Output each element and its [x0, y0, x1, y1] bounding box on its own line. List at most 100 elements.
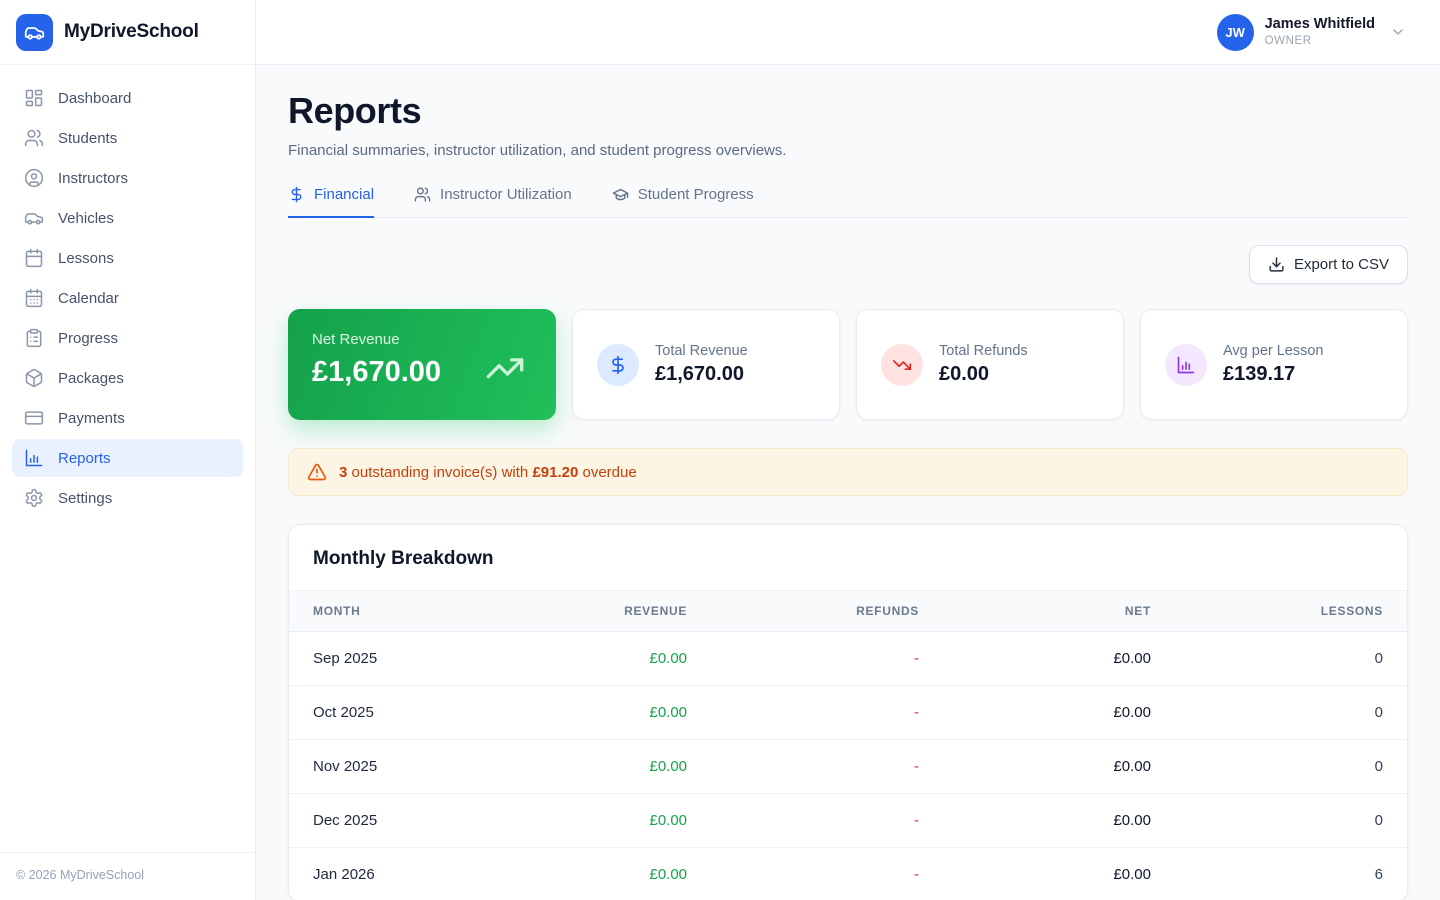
col-revenue: Revenue — [479, 590, 712, 632]
cell-revenue: £0.00 — [479, 793, 712, 848]
graduation-cap-icon — [612, 186, 629, 203]
chevron-down-icon — [1390, 24, 1406, 40]
sidebar-item-payments[interactable]: Payments — [12, 399, 243, 437]
sidebar-footer-copyright: © 2026 MyDriveSchool — [0, 852, 255, 900]
cell-revenue: £0.00 — [479, 631, 712, 686]
sidebar-item-label: Reports — [58, 449, 111, 467]
col-net: Net — [943, 590, 1175, 632]
stat-value: £0.00 — [939, 363, 990, 385]
report-tabs: Financial Instructor Utilization Student… — [288, 186, 1408, 218]
cell-lessons: 0 — [1175, 631, 1407, 686]
cell-month: Jan 2026 — [313, 866, 375, 883]
trending-up-icon — [480, 348, 530, 388]
stat-label: Total Refunds — [939, 343, 1028, 359]
alert-amount: £91.20 — [532, 463, 579, 481]
stat-label: Net Revenue — [312, 331, 400, 348]
export-csv-button[interactable]: Export to CSV — [1248, 245, 1408, 284]
overdue-invoices-alert: 3 outstanding invoice(s) with £91.20 ove… — [288, 448, 1408, 496]
cell-refunds: - — [711, 739, 944, 794]
brand-logo[interactable]: MyDriveSchool — [0, 0, 255, 65]
cell-net: £0.00 — [1113, 866, 1151, 883]
cell-lessons: 6 — [1374, 866, 1383, 883]
users-icon — [414, 186, 431, 203]
sidebar-item-instructors[interactable]: Instructors — [12, 159, 243, 197]
alert-text-1: outstanding invoice(s) with — [347, 463, 533, 481]
cell-refunds: - — [914, 866, 920, 883]
avatar: JW — [1216, 13, 1254, 51]
sidebar-item-progress[interactable]: Progress — [12, 319, 243, 357]
sidebar-item-settings[interactable]: Settings — [12, 479, 243, 517]
sidebar-item-dashboard[interactable]: Dashboard — [12, 79, 243, 117]
cell-month: Dec 2025 — [289, 793, 480, 848]
sidebar-item-students[interactable]: Students — [12, 119, 243, 157]
alert-text-2: overdue — [578, 463, 637, 481]
cell-month: Sep 2025 — [289, 631, 480, 686]
cell-revenue: £0.00 — [479, 739, 712, 794]
cell-refunds: - — [711, 685, 944, 740]
tab-label: Student Progress — [637, 186, 754, 203]
monthly-breakdown-card: Monthly Breakdown Month Revenue Refunds … — [288, 524, 1408, 900]
bar-chart-icon — [1165, 343, 1207, 386]
cell-revenue: £0.00 — [649, 866, 688, 883]
topbar: JW James Whitfield OWNER — [256, 0, 1440, 65]
instructors-icon — [24, 168, 44, 188]
payments-icon — [24, 408, 44, 428]
table-row: Dec 2025 £0.00 - £0.00 0 — [289, 793, 1407, 848]
tab-label: Financial — [314, 186, 375, 203]
stat-label: Total Revenue — [655, 343, 748, 359]
export-csv-label: Export to CSV — [1293, 256, 1389, 273]
stat-text: Total Refunds £0.00 — [939, 343, 1028, 386]
sidebar-item-label: Packages — [58, 369, 124, 387]
stat-card-net-revenue: Net Revenue £1,670.00 — [288, 309, 556, 420]
toolbar: Export to CSV — [288, 245, 1408, 284]
sidebar-item-vehicles[interactable]: Vehicles — [12, 199, 243, 237]
dollar-icon — [597, 343, 639, 386]
tab-financial[interactable]: Financial — [288, 186, 375, 218]
main-area: JW James Whitfield OWNER Reports Financi… — [256, 0, 1440, 900]
packages-icon — [24, 368, 44, 388]
table-header-row: Month Revenue Refunds Net Lessons — [289, 590, 1407, 632]
settings-icon — [24, 488, 44, 508]
sidebar-item-label: Instructors — [58, 169, 129, 187]
lessons-icon — [24, 248, 44, 268]
tab-label: Instructor Utilization — [440, 186, 572, 203]
content: Reports Financial summaries, instructor … — [256, 65, 1440, 900]
tab-student-progress[interactable]: Student Progress — [612, 186, 754, 218]
cell-refunds: - — [711, 793, 944, 848]
table-row: Jan 2026 £0.00 - £0.00 6 — [289, 848, 1407, 900]
sidebar-item-label: Calendar — [58, 289, 119, 307]
stat-cards: Net Revenue £1,670.00 Total Revenue £1,6… — [288, 309, 1408, 420]
user-name: James Whitfield — [1264, 16, 1375, 32]
cell-month: Oct 2025 — [289, 685, 480, 740]
alert-triangle-icon — [307, 462, 327, 482]
table-row: Oct 2025 £0.00 - £0.00 0 — [289, 685, 1407, 740]
sidebar-item-label: Students — [58, 129, 118, 147]
monthly-breakdown-title: Monthly Breakdown — [313, 548, 494, 569]
alert-text: 3 outstanding invoice(s) with £91.20 ove… — [339, 464, 637, 481]
stat-value: £1,670.00 — [655, 363, 744, 385]
dashboard-icon — [24, 88, 44, 108]
sidebar-item-reports[interactable]: Reports — [12, 439, 243, 477]
tab-instructor-utilization[interactable]: Instructor Utilization — [414, 186, 572, 218]
cell-lessons: 0 — [1175, 685, 1407, 740]
sidebar: MyDriveSchool Dashboard Students Instruc… — [0, 0, 256, 900]
sidebar-item-packages[interactable]: Packages — [12, 359, 243, 397]
cell-net: £0.00 — [943, 685, 1175, 740]
cell-net: £0.00 — [943, 739, 1175, 794]
table-row: Sep 2025 £0.00 - £0.00 0 — [289, 631, 1407, 686]
cell-lessons: 0 — [1175, 739, 1407, 794]
sidebar-item-calendar[interactable]: Calendar — [12, 279, 243, 317]
sidebar-item-lessons[interactable]: Lessons — [12, 239, 243, 277]
stat-value: £139.17 — [1223, 363, 1296, 385]
monthly-breakdown-table: Month Revenue Refunds Net Lessons Sep 20… — [289, 590, 1407, 900]
user-menu[interactable]: JW James Whitfield OWNER — [1216, 13, 1406, 51]
stat-card-avg-per-lesson: Avg per Lesson £139.17 — [1140, 309, 1408, 420]
trending-down-icon — [881, 343, 923, 386]
page-title: Reports — [288, 90, 422, 131]
stat-card-total-revenue: Total Revenue £1,670.00 — [572, 309, 840, 420]
progress-icon — [24, 328, 44, 348]
sidebar-item-label: Lessons — [58, 249, 114, 267]
cell-net: £0.00 — [943, 793, 1175, 848]
cell-revenue: £0.00 — [479, 685, 712, 740]
cell-month: Nov 2025 — [289, 739, 480, 794]
